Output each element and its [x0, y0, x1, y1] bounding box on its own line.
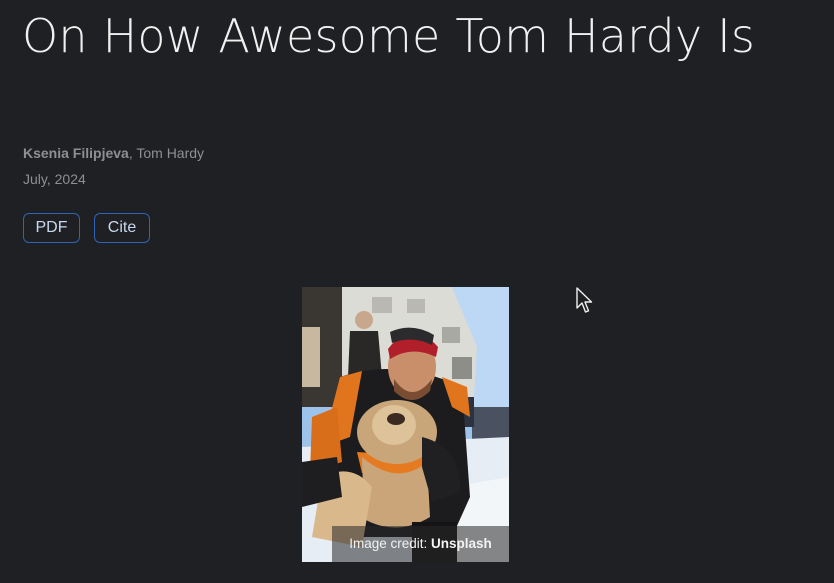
- cite-button[interactable]: Cite: [94, 213, 150, 243]
- author-name[interactable]: Tom Hardy: [136, 145, 204, 161]
- pdf-button[interactable]: PDF: [23, 213, 80, 243]
- mouse-pointer-icon: [575, 287, 593, 320]
- image-credit: Image credit: Unsplash: [332, 526, 509, 562]
- featured-image: Image credit: Unsplash: [302, 287, 509, 562]
- page-title: On How Awesome Tom Hardy Is: [22, 9, 756, 63]
- image-credit-prefix: Image credit:: [349, 536, 432, 551]
- publication-date: July, 2024: [23, 171, 86, 187]
- image-credit-source-link[interactable]: Unsplash: [431, 536, 492, 551]
- author-list: Ksenia Filipjeva, Tom Hardy: [23, 145, 204, 161]
- author-name[interactable]: Ksenia Filipjeva: [23, 145, 129, 161]
- photo-man-with-dog: [302, 287, 509, 562]
